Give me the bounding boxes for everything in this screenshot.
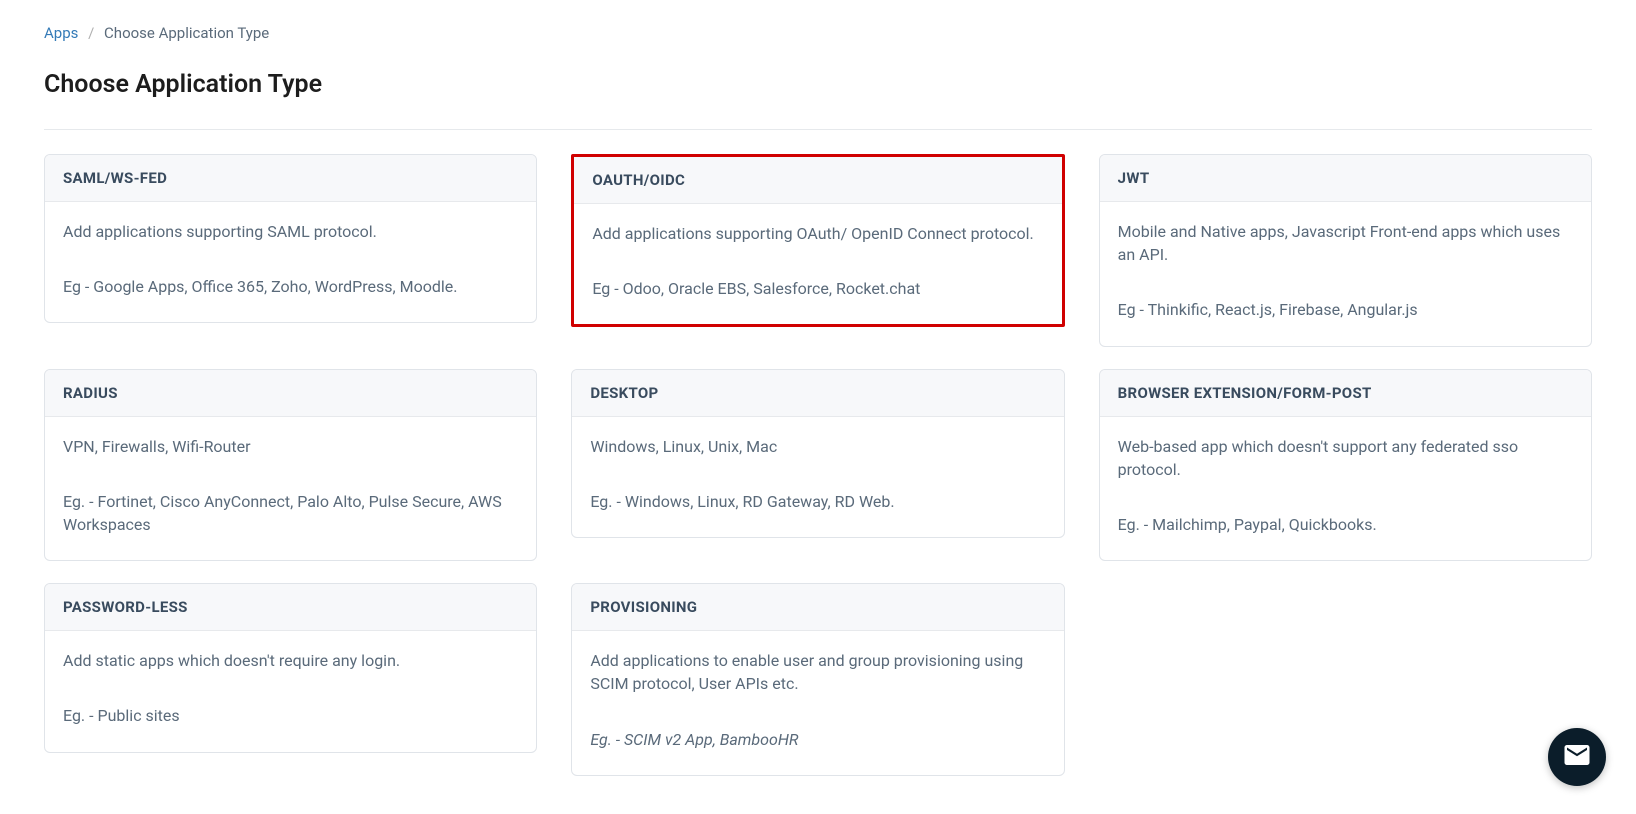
chat-fab[interactable] xyxy=(1548,728,1606,786)
card-body: Add applications to enable user and grou… xyxy=(572,631,1063,775)
card-description: Web-based app which doesn't support any … xyxy=(1118,435,1573,481)
card-example: Eg. - SCIM v2 App, BambooHR xyxy=(590,728,1045,751)
page-title: Choose Application Type xyxy=(44,70,1592,99)
card-body: Windows, Linux, Unix, Mac Eg. - Windows, … xyxy=(572,417,1063,537)
card-jwt[interactable]: JWT Mobile and Native apps, Javascript Fr… xyxy=(1099,154,1592,347)
card-example: Eg. - Windows, Linux, RD Gateway, RD Web… xyxy=(590,490,1045,513)
card-saml-ws-fed[interactable]: SAML/WS-FED Add applications supporting S… xyxy=(44,154,537,323)
card-body: Add applications supporting OAuth/ OpenI… xyxy=(574,204,1061,324)
card-provisioning[interactable]: PROVISIONING Add applications to enable u… xyxy=(571,583,1064,776)
app-type-grid: SAML/WS-FED Add applications supporting S… xyxy=(44,154,1592,776)
card-title: RADIUS xyxy=(45,370,536,417)
card-oauth-oidc[interactable]: OAUTH/OIDC Add applications supporting OA… xyxy=(571,154,1064,327)
card-body: Mobile and Native apps, Javascript Front… xyxy=(1100,202,1591,346)
card-password-less[interactable]: PASSWORD-LESS Add static apps which doesn… xyxy=(44,583,537,752)
mail-icon xyxy=(1562,740,1592,774)
card-example: Eg. - Fortinet, Cisco AnyConnect, Palo A… xyxy=(63,490,518,536)
breadcrumb: Apps / Choose Application Type xyxy=(44,24,1592,42)
card-example: Eg - Google Apps, Office 365, Zoho, Word… xyxy=(63,275,518,298)
card-example: Eg. - Public sites xyxy=(63,704,518,727)
card-title: PROVISIONING xyxy=(572,584,1063,631)
card-description: Mobile and Native apps, Javascript Front… xyxy=(1118,220,1573,266)
card-description: Add applications to enable user and grou… xyxy=(590,649,1045,695)
card-title: DESKTOP xyxy=(572,370,1063,417)
card-browser-extension-form-post[interactable]: BROWSER EXTENSION/FORM-POST Web-based app… xyxy=(1099,369,1592,562)
card-title: OAUTH/OIDC xyxy=(574,157,1061,204)
card-radius[interactable]: RADIUS VPN, Firewalls, Wifi-Router Eg. - F… xyxy=(44,369,537,562)
card-description: VPN, Firewalls, Wifi-Router xyxy=(63,435,518,458)
card-example: Eg - Odoo, Oracle EBS, Salesforce, Rocke… xyxy=(592,277,1043,300)
breadcrumb-separator: / xyxy=(88,24,94,42)
card-title: PASSWORD-LESS xyxy=(45,584,536,631)
card-title: SAML/WS-FED xyxy=(45,155,536,202)
card-desktop[interactable]: DESKTOP Windows, Linux, Unix, Mac Eg. - Wi… xyxy=(571,369,1064,538)
card-description: Add applications supporting OAuth/ OpenI… xyxy=(592,222,1043,245)
card-description: Windows, Linux, Unix, Mac xyxy=(590,435,1045,458)
card-body: Add applications supporting SAML protoco… xyxy=(45,202,536,322)
card-body: Add static apps which doesn't require an… xyxy=(45,631,536,751)
card-title: BROWSER EXTENSION/FORM-POST xyxy=(1100,370,1591,417)
card-example: Eg - Thinkific, React.js, Firebase, Angu… xyxy=(1118,298,1573,321)
card-title: JWT xyxy=(1100,155,1591,202)
card-body: Web-based app which doesn't support any … xyxy=(1100,417,1591,561)
breadcrumb-current: Choose Application Type xyxy=(104,24,269,42)
card-body: VPN, Firewalls, Wifi-Router Eg. - Fortine… xyxy=(45,417,536,561)
divider xyxy=(44,129,1592,130)
card-description: Add applications supporting SAML protoco… xyxy=(63,220,518,243)
card-description: Add static apps which doesn't require an… xyxy=(63,649,518,672)
breadcrumb-parent-link[interactable]: Apps xyxy=(44,24,78,42)
card-example: Eg. - Mailchimp, Paypal, Quickbooks. xyxy=(1118,513,1573,536)
